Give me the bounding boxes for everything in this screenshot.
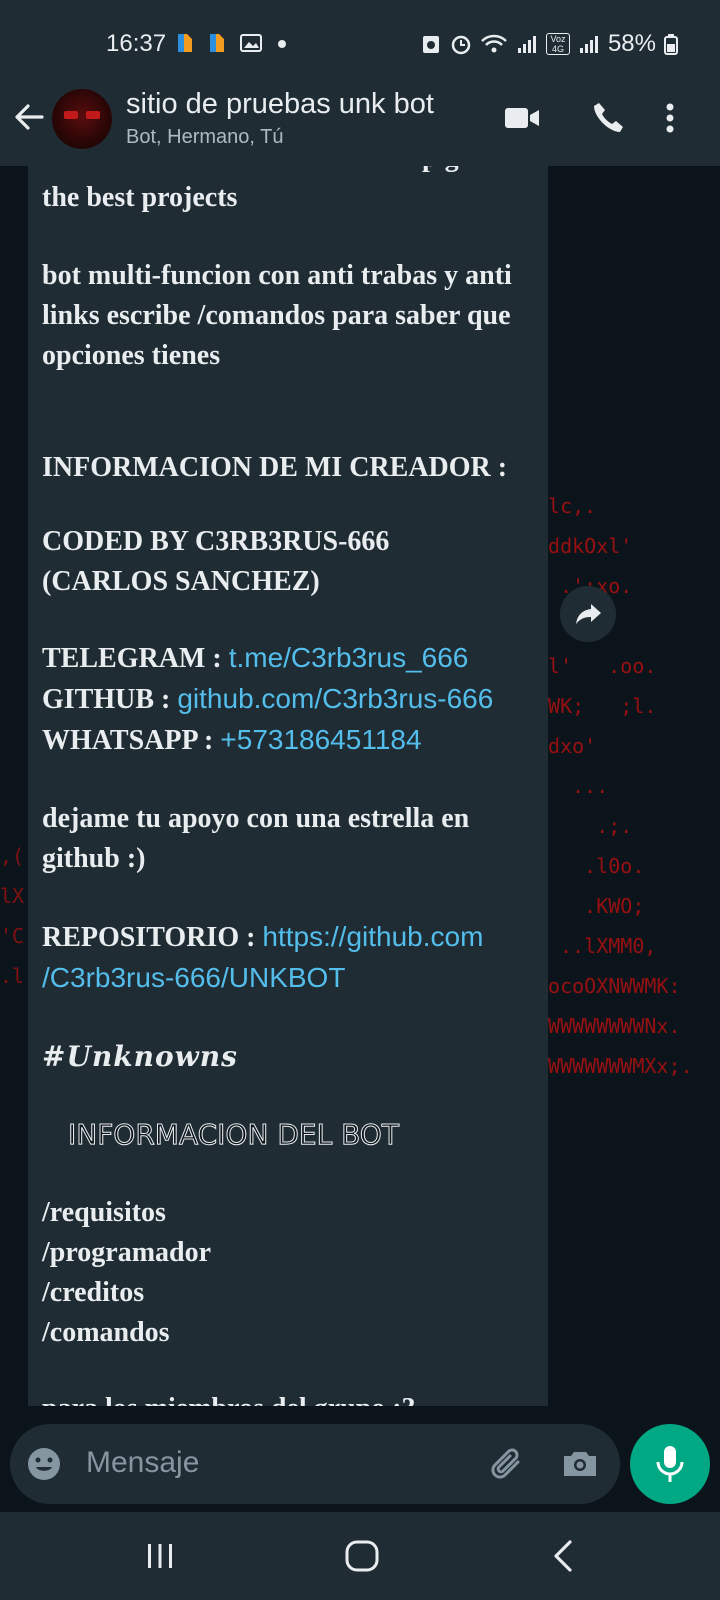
chat-participants[interactable]: Bot, Hermano, Tú bbox=[126, 126, 283, 149]
app-notification-icon bbox=[178, 34, 192, 52]
command-item: /comandos bbox=[42, 1317, 170, 1348]
wallpaper-line: ,( bbox=[0, 844, 25, 868]
wallpaper-line: MWK; ;l. bbox=[536, 694, 657, 718]
wallpaper-line: .l0o. bbox=[536, 854, 645, 878]
recent-apps-icon[interactable] bbox=[136, 1532, 184, 1580]
message-bubble[interactable]: p g the best projects bot multi-funcion … bbox=[28, 166, 548, 1406]
wallpaper-line: .;. bbox=[536, 814, 633, 838]
telegram-link[interactable]: t.me/C3rb3rus_666 bbox=[229, 642, 469, 673]
github-line: GITHUB : github.com/C3rb3rus-666 bbox=[42, 679, 542, 720]
wallpaper-line: WWWWWWWWWNx. bbox=[536, 1014, 681, 1038]
battery-percent: 58% bbox=[607, 30, 656, 57]
wallpaper-line: .KWO; bbox=[536, 894, 645, 918]
phone-icon[interactable] bbox=[588, 98, 628, 138]
wifi-icon bbox=[481, 34, 507, 53]
camera-icon[interactable] bbox=[560, 1444, 600, 1484]
wallpaper-line: kocoOXNWWMK: bbox=[536, 974, 681, 998]
wallpaper-line: olc,. bbox=[536, 494, 597, 518]
video-call-icon[interactable] bbox=[502, 98, 542, 138]
system-nav-bar bbox=[0, 1512, 720, 1600]
wallpaper-ascii-art: olc,.kddkOxl' .':xo. .;.xl' .oo.MWK; ;l.… bbox=[536, 486, 720, 1086]
home-icon[interactable] bbox=[338, 1532, 386, 1580]
whatsapp-line: WHATSAPP : +573186451184 bbox=[42, 720, 542, 761]
command-item: /requisitos bbox=[42, 1197, 166, 1228]
message-input-bar[interactable]: Mensaje bbox=[10, 1424, 620, 1504]
message-text: p g the best projects bot multi-funcion … bbox=[42, 166, 542, 1406]
wallpaper-line: xl' .oo. bbox=[536, 654, 657, 678]
nav-back-icon[interactable] bbox=[540, 1532, 588, 1580]
back-arrow-icon[interactable] bbox=[12, 100, 46, 134]
telegram-label: TELEGRAM : bbox=[42, 643, 229, 674]
message-intro: bot multi-funcion con anti trabas y anti… bbox=[42, 260, 512, 371]
repo-line: REPOSITORIO : https://github.com/C3rb3ru… bbox=[42, 917, 542, 999]
wallpaper-ascii-art-left: ,( lX 'C .l bbox=[0, 836, 28, 1016]
signal-icon bbox=[579, 36, 598, 53]
repo-link-continued[interactable]: /C3rb3rus-666/UNKBOT bbox=[42, 962, 345, 993]
cut-off-line: para los miembros del grupo :3 bbox=[42, 1389, 542, 1406]
avatar[interactable] bbox=[52, 89, 112, 149]
real-name-line: (CARLOS SANCHEZ) bbox=[42, 566, 320, 597]
hashtag: #Unknowns bbox=[42, 1040, 238, 1073]
attach-icon[interactable] bbox=[488, 1444, 528, 1484]
repo-label: REPOSITORIO : bbox=[42, 922, 263, 953]
telegram-line: TELEGRAM : t.me/C3rb3rus_666 bbox=[42, 638, 542, 679]
signal-icon bbox=[517, 36, 536, 53]
status-time: 16:37 bbox=[106, 30, 167, 57]
app-notification-icon bbox=[210, 34, 224, 52]
recycle-icon bbox=[422, 36, 439, 53]
bot-info-heading: INFORMACION DEL BOT bbox=[68, 1118, 400, 1152]
message-line: the best projects bbox=[42, 182, 238, 213]
github-link[interactable]: github.com/C3rb3rus-666 bbox=[177, 683, 493, 714]
mic-icon bbox=[656, 1446, 684, 1482]
chat-title[interactable]: sitio de pruebas unk bot bbox=[126, 88, 434, 121]
chat-header: sitio de pruebas unk bot Bot, Hermano, T… bbox=[0, 80, 720, 166]
wallpaper-line: ddxo' bbox=[536, 734, 597, 758]
wallpaper-line: WWWWWWWWMXx;. bbox=[536, 1054, 693, 1078]
forward-icon[interactable] bbox=[560, 586, 616, 642]
wallpaper-line: 'C bbox=[0, 924, 25, 948]
more-options-icon[interactable] bbox=[660, 98, 680, 138]
status-right-cluster: Voz 4G 58% bbox=[420, 30, 678, 58]
wallpaper-line: lX bbox=[0, 884, 25, 908]
whatsapp-link[interactable]: +573186451184 bbox=[220, 724, 421, 755]
chat-area[interactable]: olc,.kddkOxl' .':xo. .;.xl' .oo.MWK; ;l.… bbox=[0, 166, 720, 1420]
status-bar: 16:37 Voz 4G 58% bbox=[0, 0, 720, 80]
dot-icon bbox=[278, 40, 286, 48]
creator-heading: INFORMACION DE MI CREADOR : bbox=[42, 452, 508, 483]
mic-button[interactable] bbox=[630, 1424, 710, 1504]
command-item: /programador bbox=[42, 1237, 212, 1268]
network-label: Voz 4G bbox=[545, 33, 570, 55]
github-label: GITHUB : bbox=[42, 684, 178, 715]
whatsapp-label: WHATSAPP : bbox=[42, 725, 221, 756]
command-item: /creditos bbox=[42, 1277, 145, 1308]
support-note: dejame tu apoyo con una estrella en gith… bbox=[42, 803, 470, 874]
wallpaper-line: .l bbox=[0, 964, 25, 988]
gallery-notification-icon bbox=[240, 34, 262, 52]
message-input[interactable]: Mensaje bbox=[86, 1446, 199, 1480]
battery-icon bbox=[664, 34, 678, 55]
wallpaper-line: ... bbox=[536, 774, 609, 798]
wallpaper-line: ..lXMM0, bbox=[536, 934, 657, 958]
wallpaper-line: kddkOxl' bbox=[536, 534, 633, 558]
coded-by-line: CODED BY C3RB3RUS-666 bbox=[42, 526, 390, 557]
emoji-icon[interactable] bbox=[26, 1446, 62, 1482]
alarm-icon bbox=[451, 35, 471, 55]
repo-link[interactable]: https://github.com bbox=[262, 921, 483, 952]
